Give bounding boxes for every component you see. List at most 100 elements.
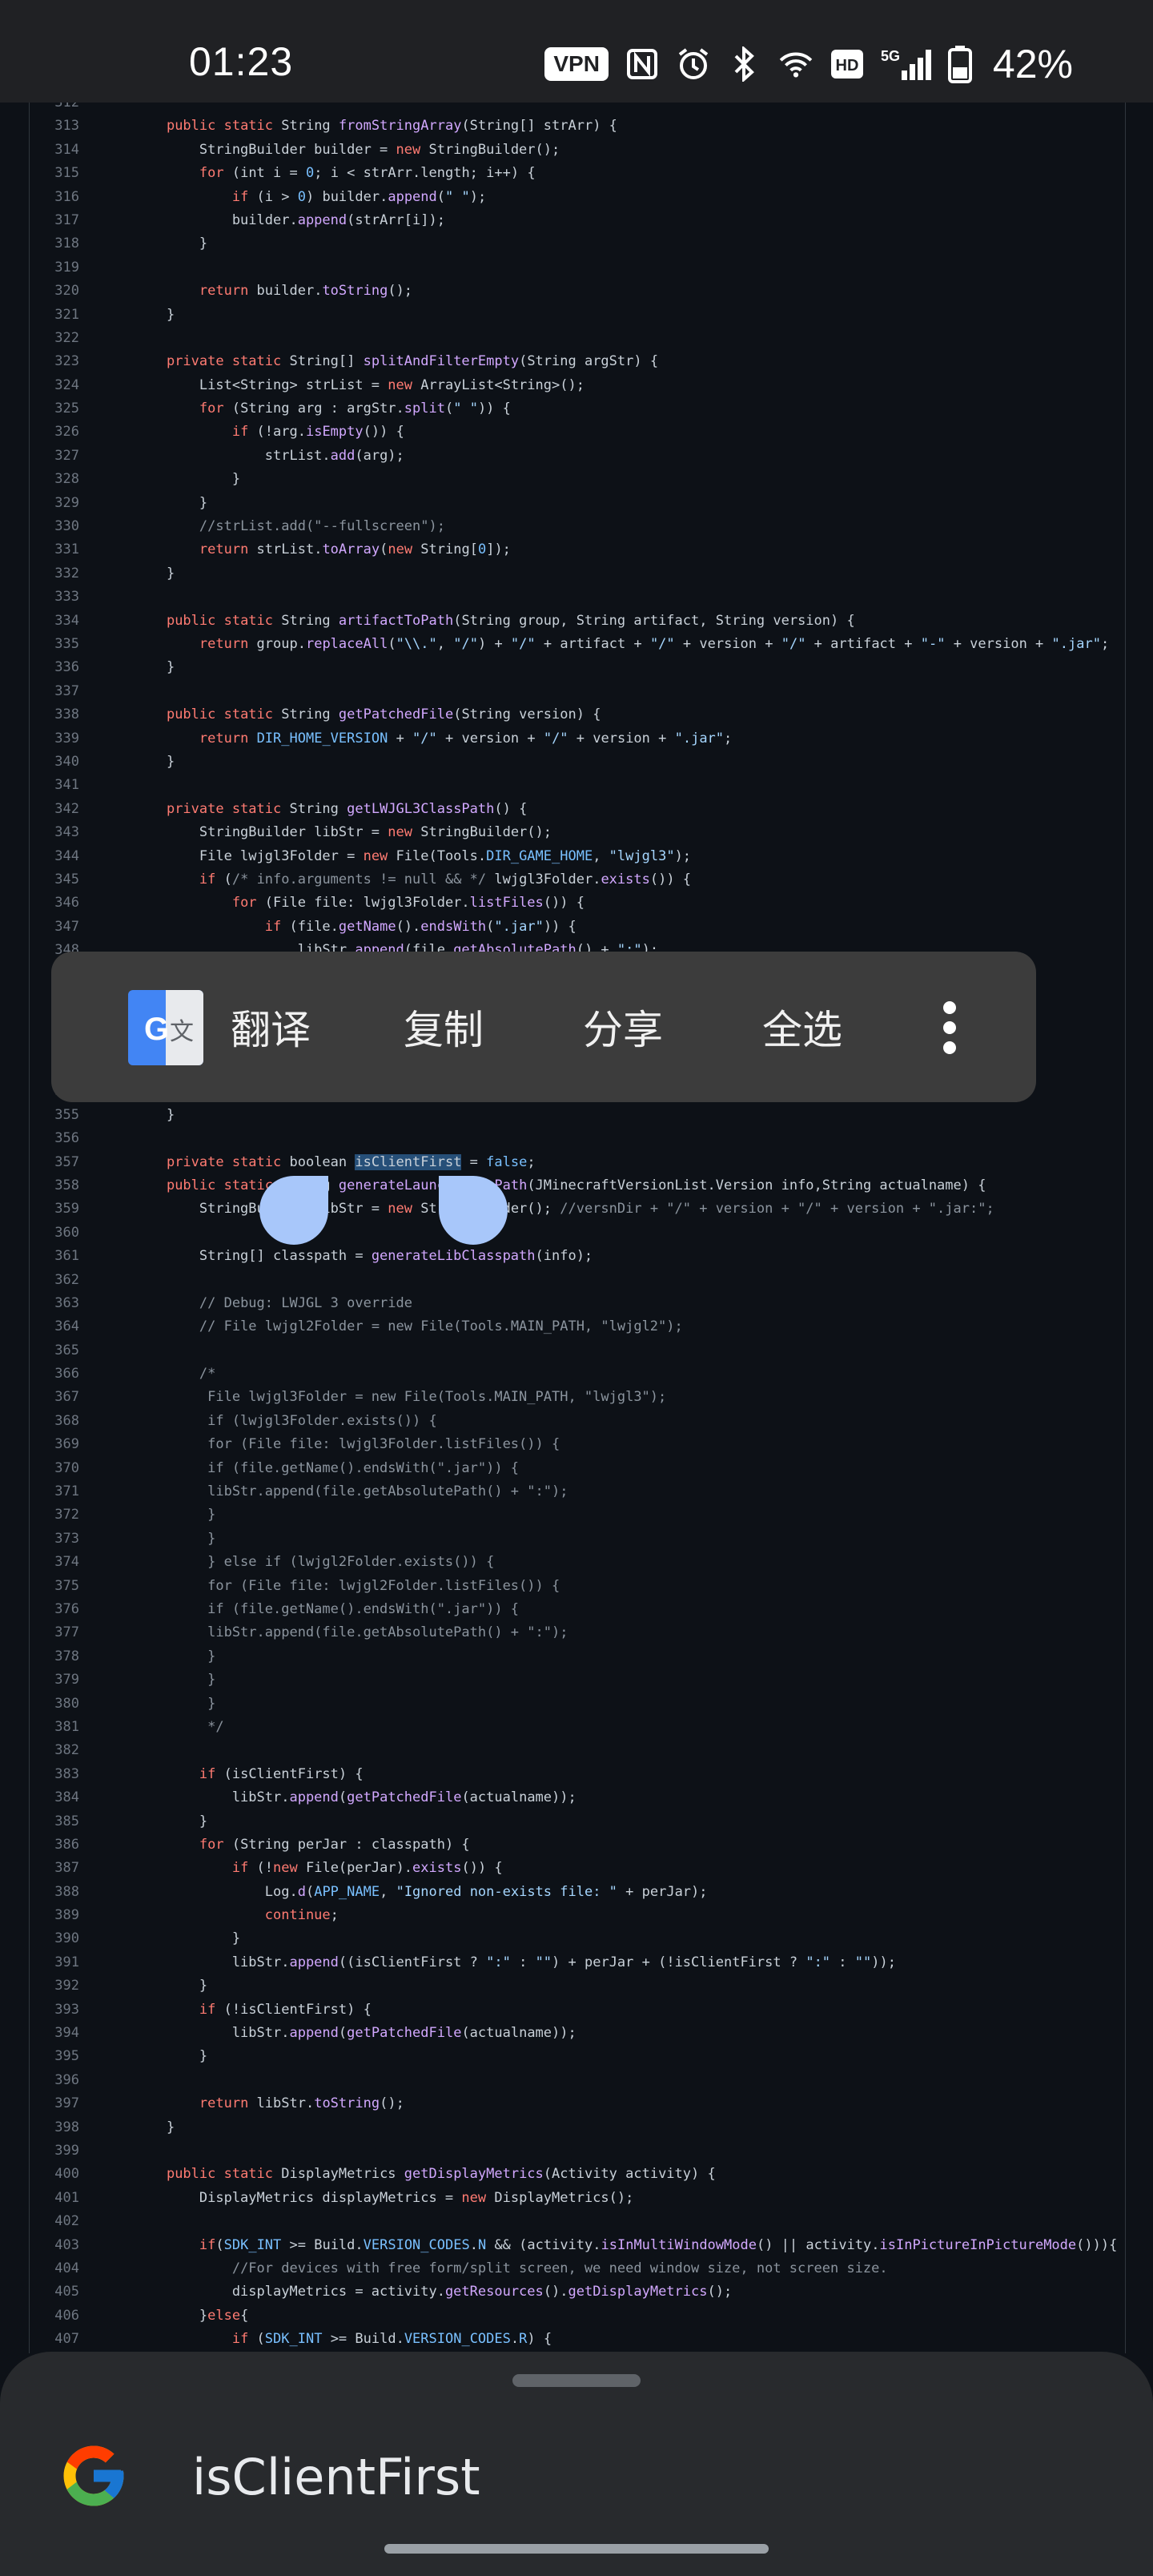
code-line[interactable]: 389 continue; — [30, 1904, 1125, 1927]
code-line[interactable]: 355 } — [30, 1104, 1125, 1127]
code-line[interactable]: 402 — [30, 2210, 1125, 2233]
code-line[interactable]: 318 } — [30, 232, 1125, 256]
code-line[interactable]: 335 return group.replaceAll("\\.", "/") … — [30, 633, 1125, 656]
selection-end-handle[interactable] — [439, 1176, 508, 1245]
code-line[interactable]: 332 } — [30, 562, 1125, 586]
code-line[interactable]: 404 //For devices with free form/split s… — [30, 2257, 1125, 2280]
code-line[interactable]: 312 — [30, 103, 1125, 115]
code-line[interactable]: 338 public static String getPatchedFile(… — [30, 703, 1125, 727]
code-viewer[interactable]: 312 313 public static String fromStringAr… — [29, 103, 1126, 2353]
code-line[interactable]: 342 private static String getLWJGL3Class… — [30, 798, 1125, 821]
code-line[interactable]: 375 for (File file: lwjgl2Folder.listFil… — [30, 1575, 1125, 1598]
code-line[interactable]: 344 File lwjgl3Folder = new File(Tools.D… — [30, 845, 1125, 868]
code-line[interactable]: 317 builder.append(strArr[i]); — [30, 209, 1125, 232]
code-line[interactable]: 357 private static boolean isClientFirst… — [30, 1151, 1125, 1174]
code-line[interactable]: 393 if (!isClientFirst) { — [30, 1998, 1125, 2022]
code-line[interactable]: 319 — [30, 256, 1125, 280]
code-line[interactable]: 356 — [30, 1127, 1125, 1150]
code-line[interactable]: 336 } — [30, 656, 1125, 679]
code-line[interactable]: 346 for (File file: lwjgl3Folder.listFil… — [30, 892, 1125, 915]
code-line[interactable]: 343 StringBuilder libStr = new StringBui… — [30, 821, 1125, 844]
code-line[interactable]: 384 libStr.append(getPatchedFile(actualn… — [30, 1786, 1125, 1809]
code-line[interactable]: 337 — [30, 680, 1125, 703]
code-line[interactable]: 396 — [30, 2069, 1125, 2092]
code-line[interactable]: 379 } — [30, 1668, 1125, 1692]
code-line[interactable]: 333 — [30, 586, 1125, 609]
select-all-button[interactable]: 全选 — [762, 998, 842, 1056]
code-line[interactable]: 391 libStr.append((isClientFirst ? ":" :… — [30, 1951, 1125, 1974]
sheet-drag-handle[interactable] — [512, 2374, 641, 2387]
code-line[interactable]: 327 strList.add(arg); — [30, 445, 1125, 468]
code-line[interactable]: 362 — [30, 1269, 1125, 1292]
copy-button[interactable]: 复制 — [404, 998, 484, 1056]
code-line[interactable]: 399 — [30, 2139, 1125, 2163]
code-line[interactable]: 374 } else if (lwjgl2Folder.exists()) { — [30, 1551, 1125, 1574]
code-line[interactable]: 395 } — [30, 2045, 1125, 2068]
google-translate-icon[interactable]: G 文 — [128, 990, 203, 1065]
code-line[interactable]: 406 }else{ — [30, 2304, 1125, 2328]
code-line[interactable]: 314 StringBuilder builder = new StringBu… — [30, 139, 1125, 162]
code-line[interactable]: 403 if(SDK_INT >= Build.VERSION_CODES.N … — [30, 2234, 1125, 2257]
code-line[interactable]: 369 for (File file: lwjgl3Folder.listFil… — [30, 1433, 1125, 1456]
code-line[interactable]: 330 //strList.add("--fullscreen"); — [30, 515, 1125, 538]
code-line[interactable]: 360 — [30, 1222, 1125, 1245]
code-line[interactable]: 405 displayMetrics = activity.getResourc… — [30, 2280, 1125, 2304]
code-line[interactable]: 320 return builder.toString(); — [30, 280, 1125, 303]
code-line[interactable]: 394 libStr.append(getPatchedFile(actualn… — [30, 2022, 1125, 2045]
code-line[interactable]: 377 libStr.append(file.getAbsolutePath()… — [30, 1621, 1125, 1644]
code-line[interactable]: 334 public static String artifactToPath(… — [30, 610, 1125, 633]
code-line[interactable]: 361 String[] classpath = generateLibClas… — [30, 1245, 1125, 1268]
code-line[interactable]: 316 if (i > 0) builder.append(" "); — [30, 186, 1125, 209]
code-line[interactable]: 367 File lwjgl3Folder = new File(Tools.M… — [30, 1386, 1125, 1409]
code-line[interactable]: 407 if (SDK_INT >= Build.VERSION_CODES.R… — [30, 2328, 1125, 2351]
code-line[interactable]: 382 — [30, 1739, 1125, 1762]
code-line[interactable]: 340 } — [30, 751, 1125, 774]
code-line[interactable]: 401 DisplayMetrics displayMetrics = new … — [30, 2187, 1125, 2210]
code-line[interactable]: 366 /* — [30, 1362, 1125, 1386]
code-line[interactable]: 363 // Debug: LWJGL 3 override — [30, 1292, 1125, 1315]
code-line[interactable]: 359 StringBuilder libStr = new StringBui… — [30, 1197, 1125, 1221]
translate-button[interactable]: 翻译 — [231, 998, 311, 1056]
code-line[interactable]: 324 List<String> strList = new ArrayList… — [30, 374, 1125, 397]
code-line[interactable]: 329 } — [30, 492, 1125, 515]
code-line[interactable]: 371 libStr.append(file.getAbsolutePath()… — [30, 1480, 1125, 1503]
code-line[interactable]: 341 — [30, 774, 1125, 797]
code-line[interactable]: 326 if (!arg.isEmpty()) { — [30, 421, 1125, 444]
code-line[interactable]: 388 Log.d(APP_NAME, "Ignored non-exists … — [30, 1881, 1125, 1904]
code-line[interactable]: 380 } — [30, 1693, 1125, 1716]
code-line[interactable]: 358 public static String generateLaunchC… — [30, 1174, 1125, 1197]
selection-start-handle[interactable] — [259, 1176, 328, 1245]
code-line[interactable]: 328 } — [30, 468, 1125, 491]
code-line[interactable]: 398 } — [30, 2116, 1125, 2139]
code-line[interactable]: 347 if (file.getName().endsWith(".jar"))… — [30, 916, 1125, 939]
search-query[interactable]: isClientFirst — [192, 2448, 480, 2506]
code-line[interactable]: 390 } — [30, 1927, 1125, 1950]
share-button[interactable]: 分享 — [583, 998, 663, 1056]
code-line[interactable]: 387 if (!new File(perJar).exists()) { — [30, 1857, 1125, 1880]
code-line[interactable]: 372 } — [30, 1503, 1125, 1527]
code-line[interactable]: 364 // File lwjgl2Folder = new File(Tool… — [30, 1315, 1125, 1338]
code-line[interactable]: 331 return strList.toArray(new String[0]… — [30, 538, 1125, 561]
code-line[interactable]: 383 if (isClientFirst) { — [30, 1763, 1125, 1786]
more-options-icon[interactable] — [942, 1001, 958, 1054]
code-line[interactable]: 376 if (file.getName().endsWith(".jar"))… — [30, 1598, 1125, 1621]
code-line[interactable]: 385 } — [30, 1810, 1125, 1833]
code-line[interactable]: 397 return libStr.toString(); — [30, 2092, 1125, 2115]
gesture-navigation-bar[interactable] — [384, 2544, 769, 2554]
code-line[interactable]: 313 public static String fromStringArray… — [30, 115, 1125, 138]
code-line[interactable]: 381 */ — [30, 1716, 1125, 1739]
code-line[interactable]: 339 return DIR_HOME_VERSION + "/" + vers… — [30, 727, 1125, 751]
code-line[interactable]: 315 for (int i = 0; i < strArr.length; i… — [30, 162, 1125, 185]
code-line[interactable]: 386 for (String perJar : classpath) { — [30, 1833, 1125, 1857]
code-line[interactable]: 345 if (/* info.arguments != null && */ … — [30, 868, 1125, 892]
code-line[interactable]: 370 if (file.getName().endsWith(".jar"))… — [30, 1457, 1125, 1480]
code-line[interactable]: 365 — [30, 1339, 1125, 1362]
code-line[interactable]: 321 } — [30, 304, 1125, 327]
code-line[interactable]: 368 if (lwjgl3Folder.exists()) { — [30, 1410, 1125, 1433]
code-line[interactable]: 373 } — [30, 1527, 1125, 1551]
code-line[interactable]: 323 private static String[] splitAndFilt… — [30, 350, 1125, 373]
code-line[interactable]: 325 for (String arg : argStr.split(" "))… — [30, 397, 1125, 421]
code-line[interactable]: 378 } — [30, 1645, 1125, 1668]
code-line[interactable]: 392 } — [30, 1974, 1125, 1998]
code-line[interactable]: 400 public static DisplayMetrics getDisp… — [30, 2163, 1125, 2186]
